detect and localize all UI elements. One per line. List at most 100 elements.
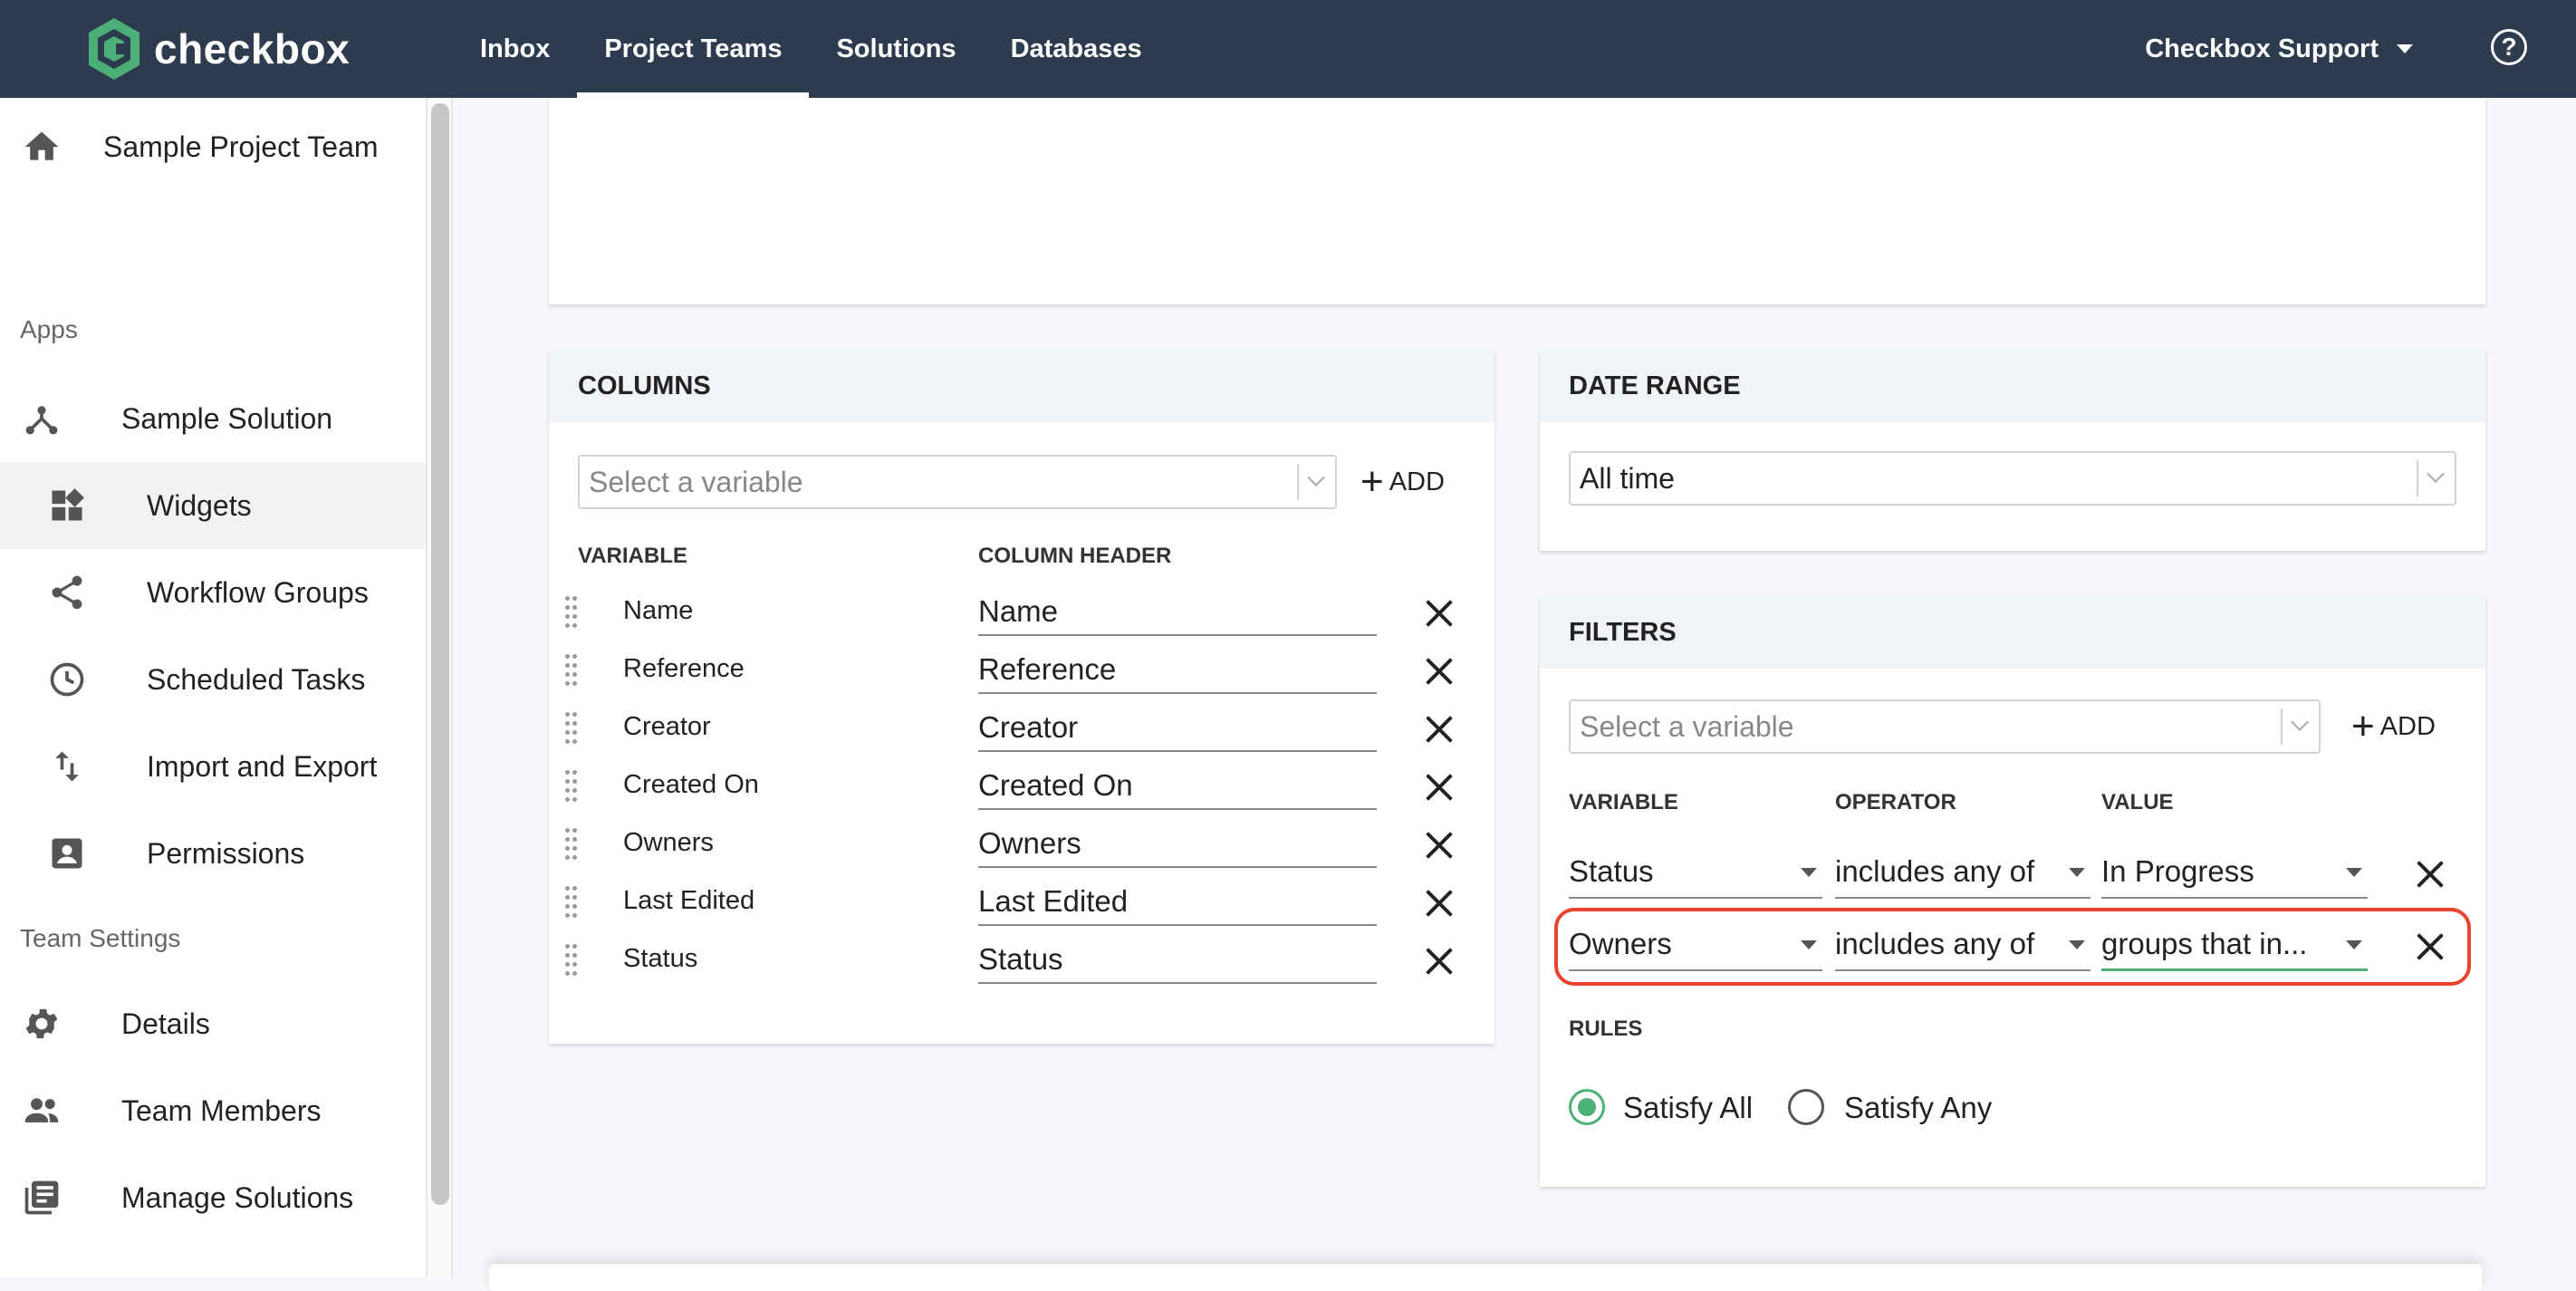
remove-filter-owners-icon[interactable] [2415, 931, 2446, 962]
drag-handle-icon[interactable] [565, 596, 580, 629]
column-variable-label: Status [623, 944, 698, 973]
columns-select-placeholder: Select a variable [589, 466, 803, 498]
remove-column-icon[interactable] [1424, 714, 1455, 745]
filter-operator-select[interactable]: includes any of [1835, 920, 2091, 971]
gear-icon [22, 1004, 62, 1044]
sidebar-item-workflow-groups[interactable]: Workflow Groups [0, 549, 426, 636]
sidebar-manage-solutions-label: Manage Solutions [121, 1180, 354, 1214]
date-range-title: DATE RANGE [1540, 350, 2485, 422]
drag-handle-icon[interactable] [565, 944, 580, 977]
nav-project-teams[interactable]: Project Teams [577, 0, 810, 98]
chevron-down-icon [2397, 44, 2413, 53]
columns-title: COLUMNS [549, 350, 1495, 422]
nav-inbox[interactable]: Inbox [453, 0, 577, 98]
drag-handle-icon[interactable] [565, 770, 580, 803]
nav-databases[interactable]: Databases [984, 0, 1169, 98]
filter-value-value: In Progress [2101, 854, 2254, 888]
filters-select-placeholder: Select a variable [1580, 710, 1794, 743]
chevron-down-icon [2281, 708, 2319, 745]
help-icon[interactable]: ? [2491, 29, 2527, 65]
column-variable-label: Owners [623, 828, 714, 857]
user-menu[interactable]: Checkbox Support [2145, 0, 2413, 98]
sidebar-item-team[interactable]: Sample Project Team [0, 103, 426, 190]
filter-operator-select[interactable]: includes any of [1835, 848, 2091, 899]
columns-header-variable: VARIABLE [578, 544, 687, 568]
filters-add-label: ADD [2379, 711, 2436, 741]
sidebar-team-members-label: Team Members [121, 1093, 322, 1127]
column-header-input[interactable]: Status [978, 935, 1377, 984]
sidebar-item-import-export[interactable]: Import and Export [0, 723, 426, 810]
column-header-input[interactable]: Owners [978, 819, 1377, 868]
bottom-panel-edge [489, 1264, 2482, 1291]
filter-variable-value: Status [1569, 854, 1654, 888]
drag-handle-icon[interactable] [565, 654, 580, 687]
filter-value-select[interactable]: In Progress [2101, 848, 2368, 899]
drag-handle-icon[interactable] [565, 828, 580, 861]
app-logo[interactable]: checkbox [85, 14, 350, 83]
columns-header-column: COLUMN HEADER [978, 544, 1172, 568]
column-header-input[interactable]: Name [978, 587, 1377, 636]
radio-satisfy-any[interactable] [1788, 1089, 1824, 1125]
filter-value-value: groups that in... [2101, 927, 2308, 960]
drag-handle-icon[interactable] [565, 712, 580, 745]
sidebar-item-scheduled-tasks[interactable]: Scheduled Tasks [0, 636, 426, 723]
sidebar-workflow-groups-label: Workflow Groups [147, 575, 369, 609]
filters-add-button[interactable]: + ADD [2351, 699, 2436, 754]
caret-down-icon [2346, 940, 2362, 949]
preview-panel [549, 98, 2485, 304]
sidebar-section-apps: Apps [20, 315, 78, 343]
sidebar-item-team-members[interactable]: Team Members [0, 1067, 426, 1154]
remove-filter-status-icon[interactable] [2415, 859, 2446, 890]
satisfy-any-label[interactable]: Satisfy Any [1844, 1091, 1992, 1125]
sidebar-item-solution[interactable]: Sample Solution [0, 375, 426, 462]
columns-variable-select[interactable]: Select a variable [578, 455, 1337, 509]
filters-variable-select[interactable]: Select a variable [1569, 699, 2321, 754]
satisfy-all-label[interactable]: Satisfy All [1623, 1091, 1753, 1125]
filter-variable-select[interactable]: Status [1569, 848, 1822, 899]
sidebar-item-manage-solutions[interactable]: Manage Solutions [0, 1154, 426, 1241]
remove-column-icon[interactable] [1424, 656, 1455, 687]
radio-satisfy-all[interactable] [1569, 1089, 1605, 1125]
date-range-value: All time [1580, 462, 1675, 495]
column-header-input[interactable]: Created On [978, 761, 1377, 810]
filter-operator-value: includes any of [1835, 854, 2035, 888]
solution-icon [22, 399, 62, 438]
filter-operator-value: includes any of [1835, 927, 2035, 960]
remove-column-icon[interactable] [1424, 946, 1455, 977]
filters-header-value: VALUE [2101, 790, 2174, 814]
remove-column-icon[interactable] [1424, 888, 1455, 919]
plus-icon: + [2351, 704, 2375, 748]
caret-down-icon [2069, 868, 2085, 877]
date-range-select[interactable]: All time [1569, 451, 2456, 506]
caret-down-icon [2069, 940, 2085, 949]
column-variable-label: Last Edited [623, 886, 755, 915]
library-icon [22, 1178, 62, 1218]
filter-value-select[interactable]: groups that in... [2101, 920, 2368, 971]
nav-solutions[interactable]: Solutions [809, 0, 983, 98]
filter-variable-select[interactable]: Owners [1569, 920, 1822, 971]
share-icon [47, 573, 87, 612]
column-header-input[interactable]: Last Edited [978, 877, 1377, 926]
drag-handle-icon[interactable] [565, 886, 580, 919]
sidebar-import-export-label: Import and Export [147, 749, 378, 783]
sidebar-scrollbar[interactable] [431, 103, 449, 1205]
columns-add-button[interactable]: + ADD [1360, 455, 1445, 509]
rules-label: RULES [1569, 1016, 1643, 1041]
column-variable-label: Reference [623, 654, 745, 683]
remove-column-icon[interactable] [1424, 772, 1455, 803]
sidebar: Sample Project Team Apps Sample Solution… [0, 98, 428, 1277]
remove-column-icon[interactable] [1424, 598, 1455, 629]
column-header-input[interactable]: Creator [978, 703, 1377, 752]
sidebar-solution-label: Sample Solution [121, 401, 333, 435]
caret-down-icon [1801, 868, 1817, 877]
sidebar-details-label: Details [121, 1007, 210, 1040]
remove-column-icon[interactable] [1424, 830, 1455, 861]
sidebar-item-permissions[interactable]: Permissions [0, 810, 426, 897]
checkbox-logo-icon [89, 18, 139, 80]
column-header-input[interactable]: Reference [978, 645, 1377, 694]
sidebar-item-widgets[interactable]: Widgets [0, 462, 426, 549]
chevron-down-icon [1297, 464, 1335, 500]
column-variable-label: Name [623, 596, 694, 625]
date-range-panel: DATE RANGE All time [1540, 350, 2485, 551]
sidebar-item-details[interactable]: Details [0, 980, 426, 1067]
